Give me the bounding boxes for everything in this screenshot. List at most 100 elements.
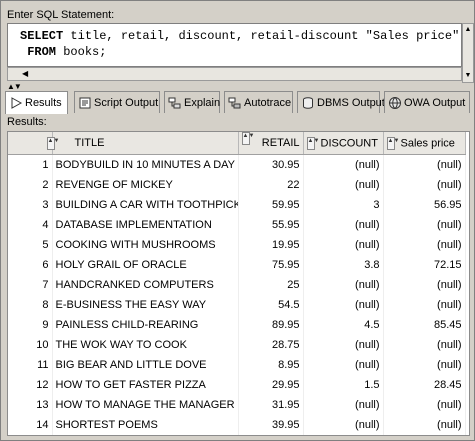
cell-discount[interactable]: (null) bbox=[303, 174, 384, 195]
pane-splitter-arrows-icon[interactable]: ▲▼ bbox=[7, 83, 27, 91]
tab-owa-output[interactable]: OWA Output bbox=[384, 91, 470, 113]
cell-title[interactable]: E-BUSINESS THE EASY WAY bbox=[52, 294, 239, 315]
tab-autotrace[interactable]: Autotrace bbox=[224, 91, 293, 113]
results-grid[interactable]: ▲▼ TITLE ▲▼ RETAIL ▲▼DISCOUNT ▲▼Sales pric… bbox=[7, 131, 470, 436]
tab-dbms-output[interactable]: DBMS Output bbox=[297, 91, 385, 113]
cell-title[interactable]: PAINLESS CHILD-REARING bbox=[52, 314, 239, 335]
table-row[interactable]: 9 PAINLESS CHILD-REARING 89.95 4.5 85.45 bbox=[8, 314, 466, 335]
cell-discount[interactable]: (null) bbox=[303, 214, 384, 235]
cell-discount[interactable]: (null) bbox=[303, 154, 384, 175]
cell-discount[interactable]: (null) bbox=[303, 394, 384, 415]
cell-title[interactable]: BODYBUILD IN 10 MINUTES A DAY bbox=[52, 154, 239, 175]
sort-icon[interactable]: ▲▼ bbox=[386, 136, 399, 150]
cell-sales-price[interactable]: (null) bbox=[383, 294, 466, 315]
column-header-sales-price[interactable]: ▲▼Sales price bbox=[383, 132, 466, 155]
cell-title[interactable]: HOW TO GET FASTER PIZZA bbox=[52, 374, 239, 395]
cell-title[interactable]: THE WOK WAY TO COOK bbox=[52, 334, 239, 355]
cell-title[interactable]: DATABASE IMPLEMENTATION bbox=[52, 214, 239, 235]
cell-retail[interactable]: 25 bbox=[238, 274, 304, 295]
cell-sales-price[interactable]: 56.95 bbox=[383, 194, 466, 215]
cell-sales-price[interactable]: (null) bbox=[383, 234, 466, 255]
cell-retail[interactable]: 75.95 bbox=[238, 254, 304, 275]
column-header-title[interactable]: ▲▼ TITLE bbox=[46, 132, 239, 155]
cell-discount[interactable]: (null) bbox=[303, 234, 384, 255]
tab-explain[interactable]: Explain bbox=[164, 91, 220, 113]
cell-sales-price[interactable]: 28.45 bbox=[383, 374, 466, 395]
cell-discount[interactable]: 1.5 bbox=[303, 374, 384, 395]
cell-discount[interactable]: (null) bbox=[303, 414, 384, 435]
table-row[interactable]: 1 BODYBUILD IN 10 MINUTES A DAY 30.95 (null… bbox=[8, 154, 466, 175]
sql-line1-text: title, retail, discount, retail-discount… bbox=[63, 29, 460, 43]
cell-sales-price[interactable]: (null) bbox=[383, 214, 466, 235]
table-row[interactable]: 6 HOLY GRAIL OF ORACLE 75.95 3.8 72.15 bbox=[8, 254, 466, 275]
cell-sales-price[interactable]: (null) bbox=[383, 274, 466, 295]
cell-sales-price[interactable]: 85.45 bbox=[383, 314, 466, 335]
cell-discount[interactable]: (null) bbox=[303, 274, 384, 295]
editor-horizontal-scrollbar[interactable]: ◀ bbox=[7, 67, 462, 81]
cell-retail[interactable]: 30.95 bbox=[238, 154, 304, 175]
cell-retail[interactable]: 29.95 bbox=[238, 374, 304, 395]
cell-retail[interactable]: 28.75 bbox=[238, 334, 304, 355]
tab-dbms-output-label: DBMS Output bbox=[317, 96, 385, 109]
cell-retail[interactable]: 89.95 bbox=[238, 314, 304, 335]
cell-title[interactable]: HANDCRANKED COMPUTERS bbox=[52, 274, 239, 295]
tab-script-output[interactable]: Script Output bbox=[74, 91, 160, 113]
cell-discount[interactable]: 3.8 bbox=[303, 254, 384, 275]
row-number: 13 bbox=[8, 394, 53, 415]
sort-icon[interactable]: ▲▼ bbox=[241, 132, 254, 145]
cell-discount[interactable]: 3 bbox=[303, 194, 384, 215]
table-row[interactable]: 8 E-BUSINESS THE EASY WAY 54.5 (null) (null) bbox=[8, 294, 466, 315]
editor-vertical-scrollbar[interactable]: ▲ ▼ bbox=[462, 23, 474, 83]
cell-title[interactable]: BUILDING A CAR WITH TOOTHPICKS bbox=[52, 194, 239, 215]
scroll-down-arrow-icon[interactable]: ▼ bbox=[463, 71, 473, 81]
table-row[interactable]: 3 BUILDING A CAR WITH TOOTHPICKS 59.95 3 56.… bbox=[8, 194, 466, 215]
column-header-retail[interactable]: ▲▼ RETAIL bbox=[238, 132, 304, 155]
sql-line2-text: books; bbox=[56, 45, 107, 59]
cell-title[interactable]: BIG BEAR AND LITTLE DOVE bbox=[52, 354, 239, 375]
cell-sales-price[interactable]: (null) bbox=[383, 154, 466, 175]
scroll-left-arrow-icon[interactable]: ◀ bbox=[22, 68, 32, 80]
table-row[interactable]: 5 COOKING WITH MUSHROOMS 19.95 (null) (null) bbox=[8, 234, 466, 255]
cell-discount[interactable]: (null) bbox=[303, 354, 384, 375]
row-number: 9 bbox=[8, 314, 53, 335]
cell-sales-price[interactable]: 72.15 bbox=[383, 254, 466, 275]
cell-retail[interactable]: 39.95 bbox=[238, 414, 304, 435]
table-row[interactable]: 12 HOW TO GET FASTER PIZZA 29.95 1.5 28.45 bbox=[8, 374, 466, 395]
table-row[interactable]: 13 HOW TO MANAGE THE MANAGER 31.95 (null) (n… bbox=[8, 394, 466, 415]
sort-icon[interactable]: ▲▼ bbox=[46, 136, 59, 150]
cell-discount[interactable]: (null) bbox=[303, 334, 384, 355]
row-number: 11 bbox=[8, 354, 53, 375]
column-header-discount[interactable]: ▲▼DISCOUNT bbox=[303, 132, 384, 155]
table-row[interactable]: 14 SHORTEST POEMS 39.95 (null) (null) bbox=[8, 414, 466, 435]
column-header-retail-label: RETAIL bbox=[261, 137, 300, 149]
table-row[interactable]: 2 REVENGE OF MICKEY 22 (null) (null) bbox=[8, 174, 466, 195]
cell-sales-price[interactable]: (null) bbox=[383, 334, 466, 355]
table-row[interactable]: 11 BIG BEAR AND LITTLE DOVE 8.95 (null) (nul… bbox=[8, 354, 466, 375]
sql-editor[interactable]: SELECT title, retail, discount, retail-d… bbox=[7, 23, 462, 67]
cell-retail[interactable]: 22 bbox=[238, 174, 304, 195]
cell-title[interactable]: HOW TO MANAGE THE MANAGER bbox=[52, 394, 239, 415]
cell-title[interactable]: HOLY GRAIL OF ORACLE bbox=[52, 254, 239, 275]
tab-results[interactable]: Results bbox=[5, 91, 68, 114]
cell-title[interactable]: SHORTEST POEMS bbox=[52, 414, 239, 435]
table-row[interactable]: 4 DATABASE IMPLEMENTATION 55.95 (null) (null… bbox=[8, 214, 466, 235]
cell-title[interactable]: REVENGE OF MICKEY bbox=[52, 174, 239, 195]
cell-retail[interactable]: 31.95 bbox=[238, 394, 304, 415]
cell-discount[interactable]: (null) bbox=[303, 294, 384, 315]
cell-retail[interactable]: 59.95 bbox=[238, 194, 304, 215]
table-row[interactable]: 10 THE WOK WAY TO COOK 28.75 (null) (null) bbox=[8, 334, 466, 355]
cell-sales-price[interactable]: (null) bbox=[383, 394, 466, 415]
scroll-up-arrow-icon[interactable]: ▲ bbox=[463, 25, 473, 35]
cell-retail[interactable]: 55.95 bbox=[238, 214, 304, 235]
cell-retail[interactable]: 19.95 bbox=[238, 234, 304, 255]
cell-title[interactable]: COOKING WITH MUSHROOMS bbox=[52, 234, 239, 255]
cell-sales-price[interactable]: (null) bbox=[383, 174, 466, 195]
cell-sales-price[interactable]: (null) bbox=[383, 414, 466, 435]
cell-retail[interactable]: 54.5 bbox=[238, 294, 304, 315]
cell-sales-price[interactable]: (null) bbox=[383, 354, 466, 375]
sort-icon[interactable]: ▲▼ bbox=[306, 136, 319, 150]
autotrace-icon bbox=[228, 96, 242, 110]
table-row[interactable]: 7 HANDCRANKED COMPUTERS 25 (null) (null) bbox=[8, 274, 466, 295]
cell-discount[interactable]: 4.5 bbox=[303, 314, 384, 335]
cell-retail[interactable]: 8.95 bbox=[238, 354, 304, 375]
